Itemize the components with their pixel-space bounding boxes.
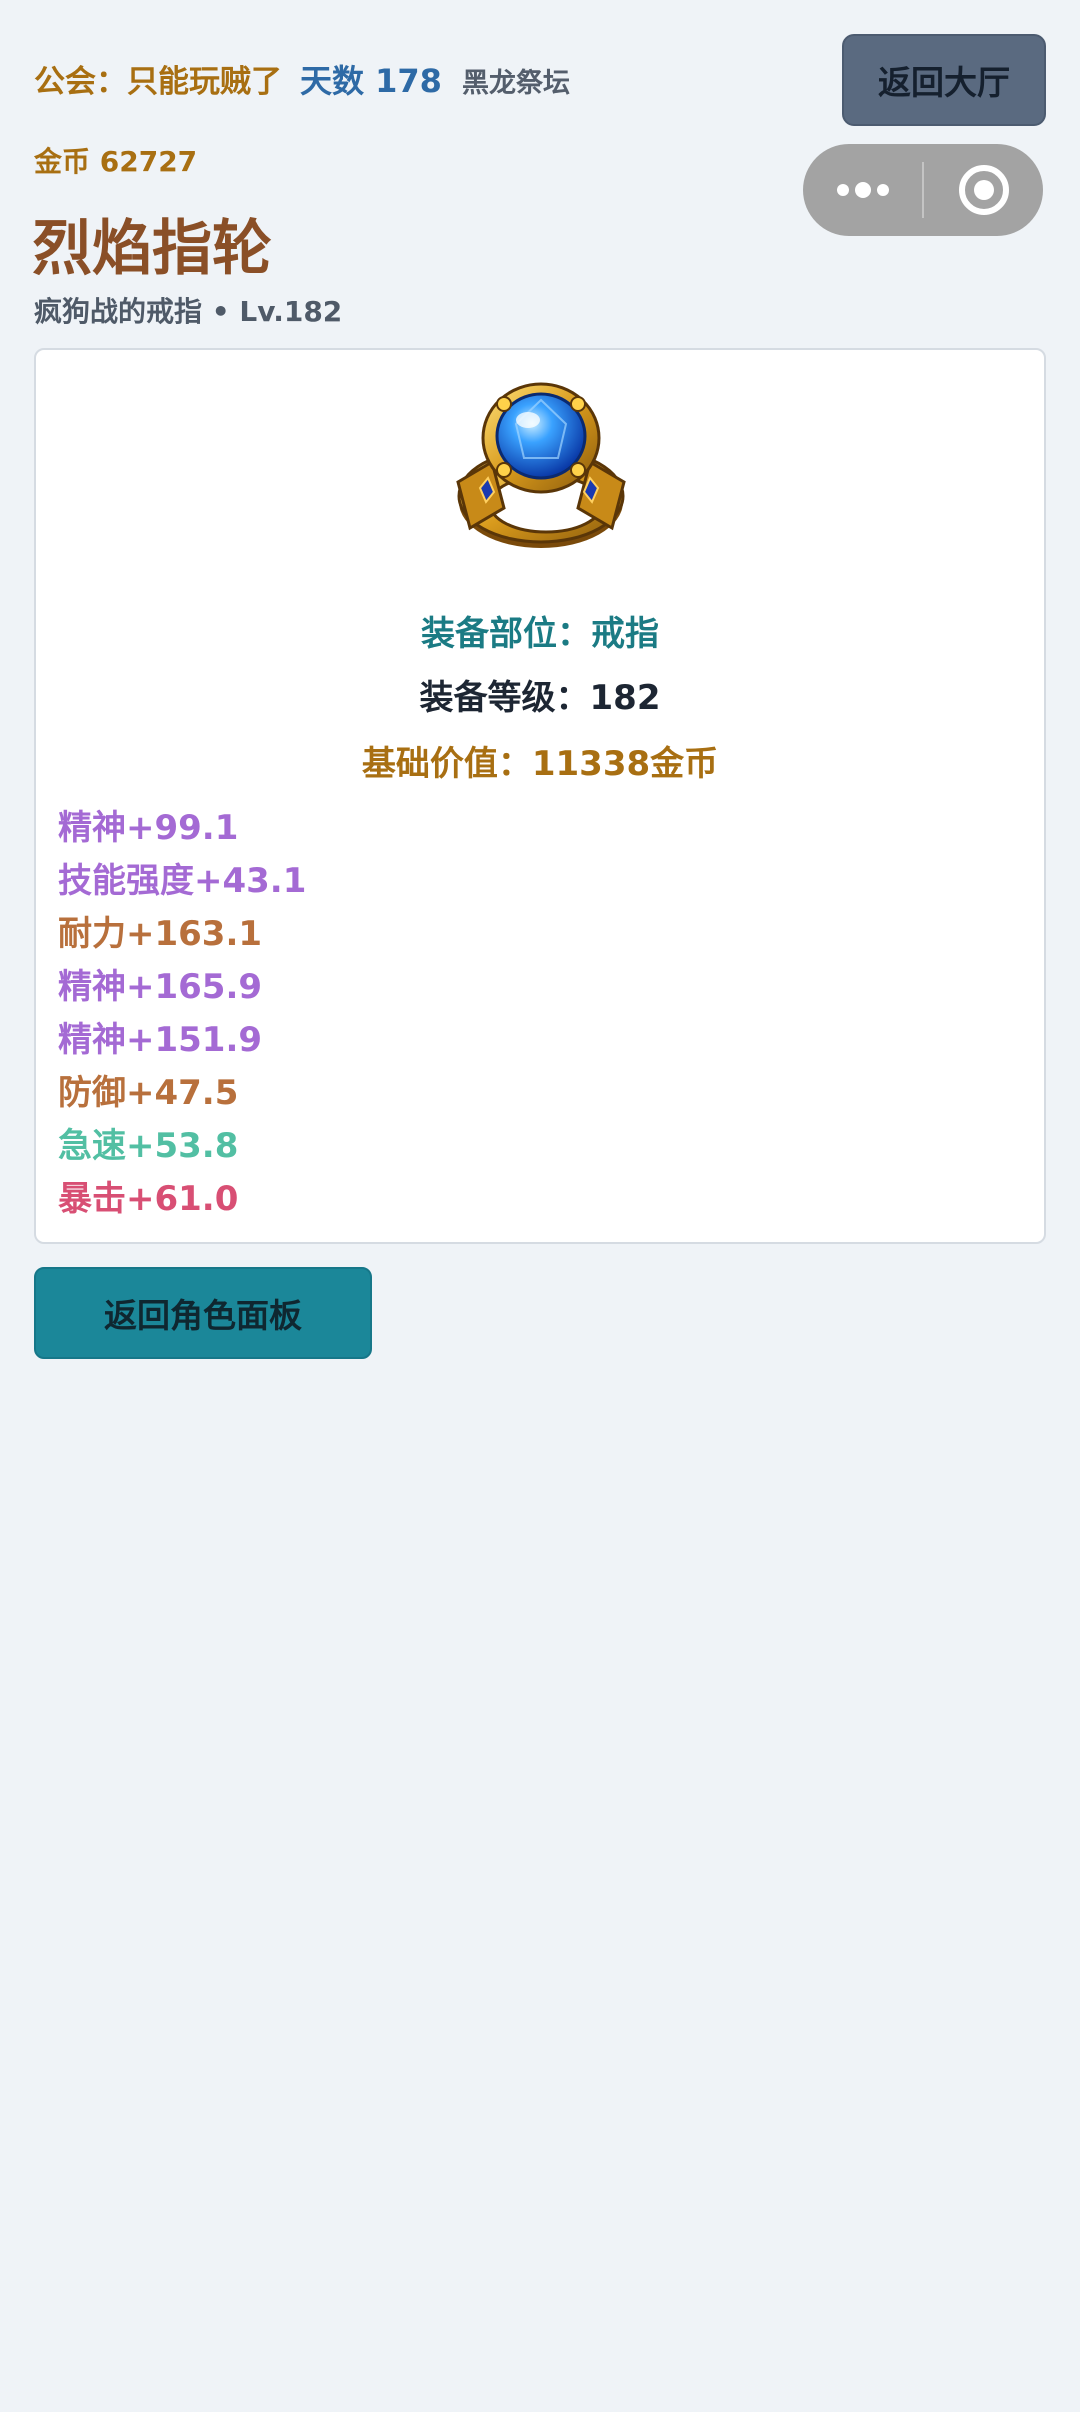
return-character-panel-button[interactable]: 返回角色面板 (34, 1267, 372, 1359)
stat-line: 防御+47.5 (58, 1073, 239, 1113)
stat-line: 精神+99.1 (58, 808, 239, 848)
gold-balance: 金币 62727 (34, 145, 198, 178)
equip-level: 装备等级：182 (419, 678, 661, 718)
more-dots-icon[interactable] (803, 144, 922, 236)
stat-line: 急速+53.8 (58, 1126, 239, 1166)
stat-line: 精神+165.9 (58, 967, 263, 1007)
item-subtitle: 疯狗战的戒指 • Lv.182 (34, 295, 343, 328)
miniprogram-capsule (803, 144, 1043, 236)
stat-line: 技能强度+43.1 (58, 861, 307, 901)
stat-line: 暴击+61.0 (58, 1179, 239, 1219)
stat-line: 耐力+163.1 (58, 914, 263, 954)
sapphire-ring-icon (448, 378, 634, 560)
item-card: 装备部位：戒指 装备等级：182 基础价值：11338金币 精神+99.1 技能… (34, 348, 1046, 1244)
equip-slot: 装备部位：戒指 (421, 614, 659, 654)
item-detail-page: 公会：只能玩贼了 天数 178 黑龙祭坛 返回大厅 金币 62727 烈焰指轮 … (0, 0, 1080, 2412)
target-circle-icon[interactable] (924, 144, 1043, 236)
map-name: 黑龙祭坛 (461, 68, 570, 99)
guild-name: 公会：只能玩贼了 (34, 64, 282, 100)
item-name: 烈焰指轮 (32, 214, 272, 284)
stat-list: 精神+99.1 技能强度+43.1 耐力+163.1 精神+165.9 精神+1… (58, 802, 306, 1226)
stat-line: 精神+151.9 (58, 1020, 263, 1060)
day-counter: 天数 178 (300, 62, 442, 100)
return-lobby-button[interactable]: 返回大厅 (842, 34, 1046, 126)
status-bar-info: 公会：只能玩贼了 天数 178 黑龙祭坛 (34, 56, 570, 102)
base-value: 基础价值：11338金币 (361, 744, 719, 784)
